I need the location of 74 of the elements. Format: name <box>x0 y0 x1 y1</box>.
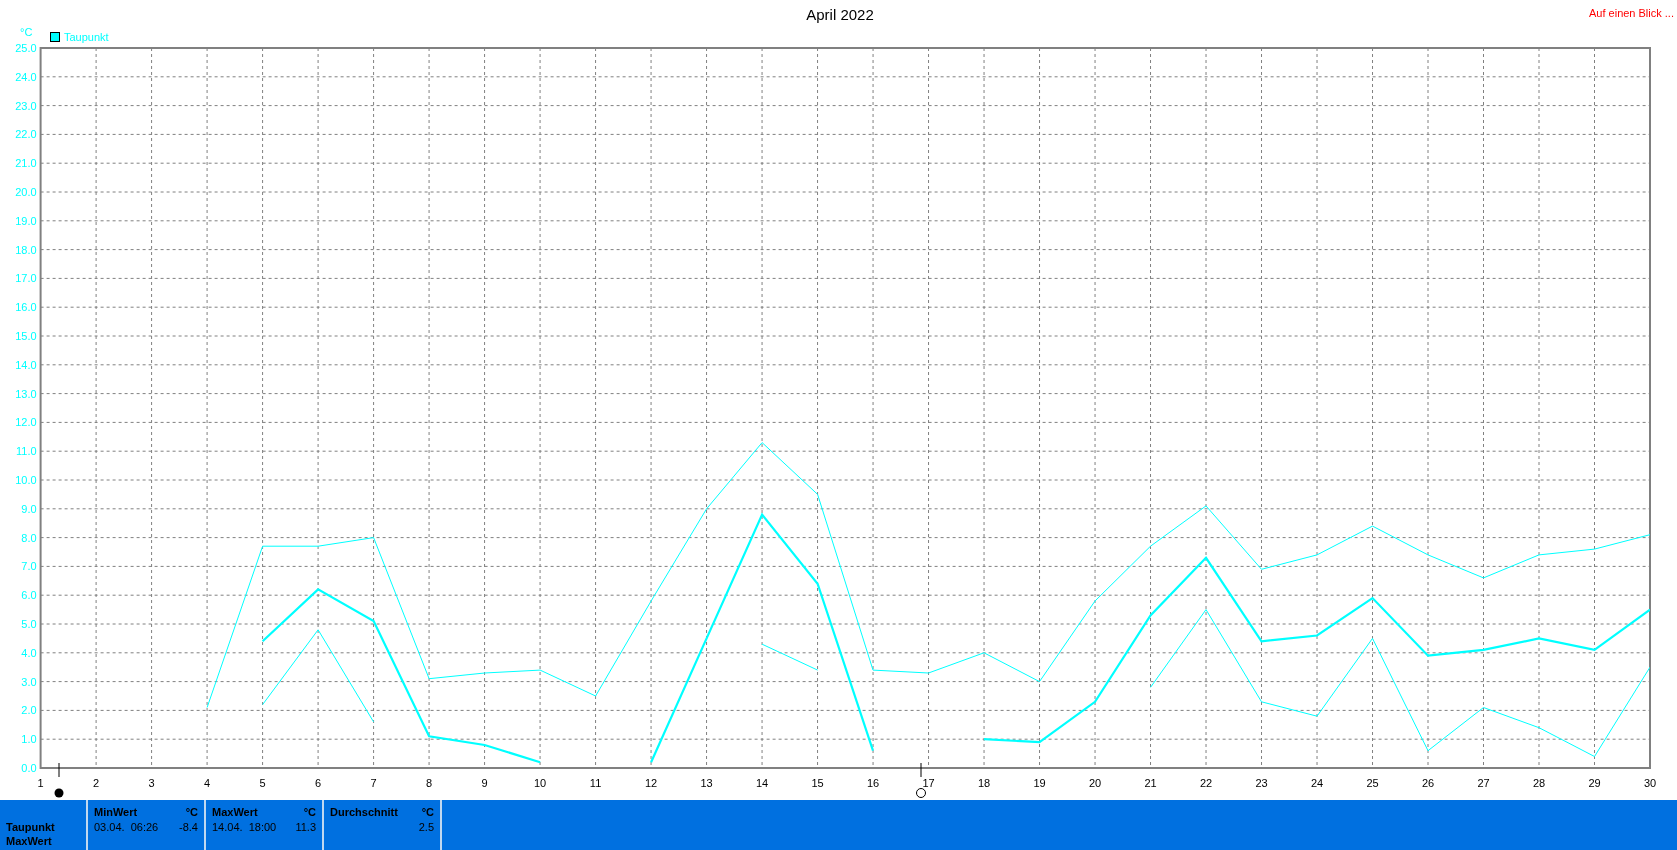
overview-link[interactable]: Auf einen Blick ... <box>1589 7 1674 19</box>
y-tick-label: 25.0 <box>15 42 37 54</box>
x-tick-label: 2 <box>93 777 100 789</box>
x-tick-label: 16 <box>866 777 880 789</box>
x-tick-label: 20 <box>1088 777 1102 789</box>
chart-title: April 2022 <box>806 6 874 23</box>
y-tick-label: 0.0 <box>21 762 37 774</box>
x-tick-label: 22 <box>1199 777 1213 789</box>
x-tick-label: 1 <box>37 777 44 789</box>
y-tick-label: 23.0 <box>15 99 37 112</box>
x-tick-label: 30 <box>1643 777 1657 789</box>
x-tick-label: 27 <box>1477 777 1490 789</box>
row-label: MaxWert <box>6 835 53 847</box>
x-tick-label: 23 <box>1255 777 1268 789</box>
unit-label: °C <box>185 806 198 818</box>
x-tick-label: 24 <box>1310 777 1324 789</box>
x-tick-label: 18 <box>977 777 991 789</box>
x-tick-label: 9 <box>481 777 488 789</box>
y-tick-label: 15.0 <box>15 330 37 342</box>
x-tick-label: 26 <box>1421 777 1435 789</box>
column-header: MaxWert <box>212 806 258 818</box>
row-label: Taupunkt <box>6 821 56 833</box>
value-text: 2.5 <box>418 821 434 833</box>
y-tick-label: 8.0 <box>21 531 37 544</box>
y-tick-label: 24.0 <box>15 70 37 83</box>
x-tick-label: 6 <box>315 777 322 789</box>
y-tick-label: 9.0 <box>21 502 37 515</box>
value-text: -8.4 <box>179 821 198 833</box>
x-tick-label: 19 <box>1033 777 1046 789</box>
value-text: 11.3 <box>295 821 316 833</box>
x-tick-label: 25 <box>1366 777 1379 789</box>
x-tick-label: 5 <box>259 777 266 789</box>
x-tick-label: 14 <box>755 777 769 789</box>
y-tick-label: 6.0 <box>21 589 37 602</box>
unit-label: °C <box>303 806 316 818</box>
y-tick-label: 14.0 <box>15 358 37 371</box>
y-tick-label: 11.0 <box>16 445 37 458</box>
column-header: Durchschnitt <box>330 806 398 818</box>
date-time-text: 14.04. 18:00 <box>212 821 277 833</box>
y-tick-label: 18.0 <box>15 243 37 256</box>
x-tick-label: 15 <box>811 777 824 789</box>
column-header: MinWert <box>94 806 138 818</box>
x-tick-label: 10 <box>533 777 547 789</box>
y-tick-label: 13.0 <box>15 387 37 400</box>
x-tick-label: 12 <box>644 777 658 789</box>
y-tick-label: 1.0 <box>21 733 37 746</box>
x-tick-label: 29 <box>1588 777 1601 789</box>
legend-label: Taupunkt <box>64 31 109 43</box>
y-tick-label: 16.0 <box>15 301 37 314</box>
y-tick-label: 10.0 <box>15 474 37 486</box>
y-tick-label: 21.0 <box>15 157 37 170</box>
x-tick-label: 17 <box>922 777 935 789</box>
x-tick-label: 11 <box>589 777 602 789</box>
x-tick-label: 4 <box>204 777 211 789</box>
y-tick-label: 2.0 <box>21 704 37 717</box>
y-tick-label: 7.0 <box>21 560 37 573</box>
unit-label: °C <box>421 806 434 818</box>
y-tick-label: 17.0 <box>15 272 37 285</box>
y-tick-label: 12.0 <box>15 416 37 429</box>
date-time-text: 03.04. 06:26 <box>94 821 159 833</box>
x-tick-label: 13 <box>700 777 713 789</box>
x-tick-label: 21 <box>1144 777 1157 789</box>
y-tick-label: 20.0 <box>15 186 37 198</box>
x-tick-label: 8 <box>426 777 433 789</box>
y-tick-label: 5.0 <box>21 618 37 630</box>
range-start-marker-icon[interactable] <box>54 762 64 798</box>
y-tick-label: 3.0 <box>21 675 37 688</box>
y-tick-label: 19.0 <box>15 214 37 227</box>
y-axis-unit: °C <box>20 26 33 38</box>
x-tick-label: 7 <box>370 777 377 789</box>
y-tick-label: 4.0 <box>21 646 37 659</box>
y-tick-label: 22.0 <box>15 128 37 141</box>
x-tick-label: 3 <box>148 777 155 789</box>
x-tick-label: 28 <box>1532 777 1546 789</box>
